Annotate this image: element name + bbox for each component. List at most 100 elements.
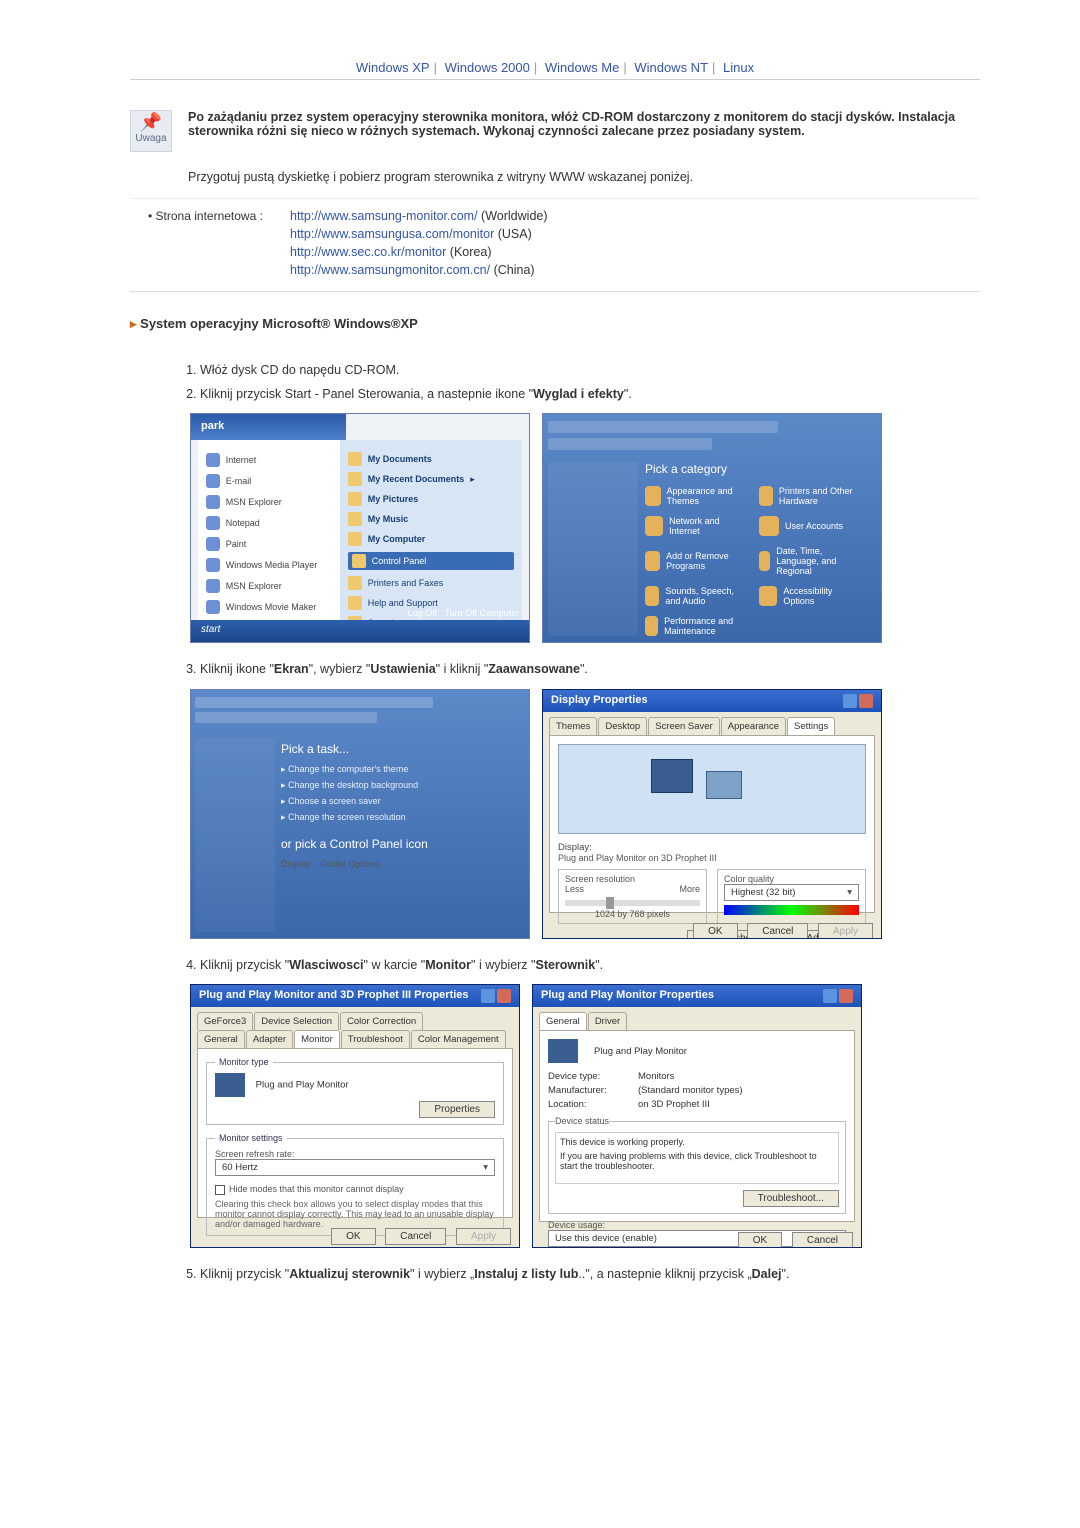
category-item[interactable]: Date, Time, Language, and Regional	[759, 546, 859, 576]
category-icon	[645, 616, 658, 636]
tab-general[interactable]: General	[197, 1030, 245, 1048]
resolution-slider[interactable]	[565, 900, 700, 906]
apply-button[interactable]: Apply	[818, 923, 873, 939]
tab-driver[interactable]: Driver	[588, 1012, 627, 1030]
sidebar	[195, 738, 275, 932]
list-item[interactable]: E-mail	[206, 474, 332, 488]
tab-color-management[interactable]: Color Management	[411, 1030, 506, 1048]
download-links-list: http://www.samsung-monitor.com/ (Worldwi…	[290, 209, 980, 281]
tab-general[interactable]: General	[539, 1012, 587, 1030]
screenshot-appearance-tasks: Pick a task... ▸ Change the computer's t…	[190, 689, 530, 939]
steps-list: Kliknij przycisk "Wlasciwosci" w karcie …	[130, 957, 980, 975]
list-item[interactable]: Internet	[206, 453, 332, 467]
tab-troubleshoot[interactable]: Troubleshoot	[341, 1030, 410, 1048]
tab-geforce3[interactable]: GeForce3	[197, 1012, 253, 1030]
link-linux[interactable]: Linux	[723, 60, 754, 75]
screenshot-row-1: park Internet E-mail MSN Explorer Notepa…	[190, 413, 980, 643]
list-item[interactable]: Printers and Faxes	[348, 576, 515, 590]
task-link[interactable]: ▸ Change the desktop background	[281, 780, 523, 791]
category-item[interactable]: Appearance and Themes	[645, 486, 745, 506]
category-item[interactable]: Performance and Maintenance	[645, 616, 745, 636]
ok-button[interactable]: OK	[738, 1232, 782, 1248]
link-windows-me[interactable]: Windows Me	[545, 60, 619, 75]
link-windows-nt[interactable]: Windows NT	[634, 60, 708, 75]
category-item[interactable]: User Accounts	[759, 516, 859, 536]
cancel-button[interactable]: Cancel	[385, 1228, 446, 1245]
list-item[interactable]: Windows Movie Maker	[206, 600, 332, 614]
help-icon[interactable]	[843, 694, 857, 708]
close-icon[interactable]	[497, 989, 511, 1003]
help-icon[interactable]	[481, 989, 495, 1003]
properties-button[interactable]: Properties	[419, 1101, 495, 1118]
list-item[interactable]: Control Panel	[348, 552, 515, 570]
start-button[interactable]: start	[201, 624, 220, 635]
apply-button[interactable]: Apply	[456, 1228, 511, 1245]
close-icon[interactable]	[839, 989, 853, 1003]
list-item[interactable]: Notepad	[206, 516, 332, 530]
tab-bar: General Adapter Monitor Troubleshoot Col…	[191, 1030, 519, 1048]
list-item[interactable]: Windows Media Player	[206, 558, 332, 572]
cp-icon-folder-options[interactable]: Folder Options	[321, 859, 380, 869]
start-menu-right-col: My Documents My Recent Documents ▸ My Pi…	[340, 440, 523, 620]
ok-button[interactable]: OK	[693, 923, 737, 939]
category-item[interactable]: Add or Remove Programs	[645, 546, 745, 576]
separator: |	[534, 60, 537, 75]
sidebar	[548, 462, 638, 636]
tab-themes[interactable]: Themes	[549, 717, 597, 735]
start-menu-header: park	[191, 414, 346, 440]
close-icon[interactable]	[859, 694, 873, 708]
category-item[interactable]: Printers and Other Hardware	[759, 486, 859, 506]
app-icon	[206, 600, 220, 614]
divider	[130, 79, 980, 80]
refresh-rate-select[interactable]: 60 Hertz▾	[215, 1159, 495, 1176]
category-item[interactable]: Network and Internet	[645, 516, 745, 536]
step-5: Kliknij przycisk "Aktualizuj sterownik" …	[200, 1266, 980, 1284]
color-quality-select[interactable]: Highest (32 bit)▾	[724, 884, 859, 901]
tab-color-correction[interactable]: Color Correction	[340, 1012, 423, 1030]
tab-appearance[interactable]: Appearance	[721, 717, 786, 735]
tab-screensaver[interactable]: Screen Saver	[648, 717, 720, 735]
tab-desktop[interactable]: Desktop	[598, 717, 647, 735]
help-icon	[348, 596, 362, 610]
link-worldwide[interactable]: http://www.samsung-monitor.com/	[290, 209, 478, 223]
section-heading: ▸ System operacyjny Microsoft® Windows®X…	[130, 316, 980, 332]
link-korea[interactable]: http://www.sec.co.kr/monitor	[290, 245, 446, 259]
list-item[interactable]: My Documents	[348, 452, 515, 466]
category-item[interactable]: Accessibility Options	[759, 586, 859, 606]
list-item[interactable]: My Pictures	[348, 492, 515, 506]
category-icon	[759, 516, 779, 536]
cancel-button[interactable]: Cancel	[792, 1232, 853, 1248]
help-icon[interactable]	[823, 989, 837, 1003]
top-os-links: Windows XP| Windows 2000| Windows Me| Wi…	[130, 60, 980, 80]
turnoff-button[interactable]: Turn Off Computer	[444, 608, 519, 618]
list-item[interactable]: MSN Explorer	[206, 495, 332, 509]
task-link[interactable]: ▸ Change the screen resolution	[281, 812, 523, 823]
list-item[interactable]: Paint	[206, 537, 332, 551]
link-usa[interactable]: http://www.samsungusa.com/monitor	[290, 227, 494, 241]
list-item[interactable]: My Recent Documents ▸	[348, 472, 515, 486]
logoff-button[interactable]: Log Off	[408, 608, 437, 618]
cancel-button[interactable]: Cancel	[747, 923, 808, 939]
cp-icon-display[interactable]: Display	[281, 859, 311, 869]
tab-device-selection[interactable]: Device Selection	[254, 1012, 339, 1030]
list-item[interactable]: My Computer	[348, 532, 515, 546]
list-item[interactable]: MSN Explorer	[206, 579, 332, 593]
notice-bold: Po zażądaniu przez system operacyjny ste…	[188, 110, 955, 138]
task-link[interactable]: ▸ Choose a screen saver	[281, 796, 523, 807]
pick-task-title: Pick a task...	[281, 742, 523, 756]
ok-button[interactable]: OK	[331, 1228, 375, 1245]
link-china[interactable]: http://www.samsungmonitor.com.cn/	[290, 263, 490, 277]
link-windows-xp[interactable]: Windows XP	[356, 60, 430, 75]
link-windows-2000[interactable]: Windows 2000	[445, 60, 530, 75]
arrow-icon: ▸	[130, 316, 137, 331]
hide-modes-checkbox[interactable]	[215, 1185, 225, 1195]
tab-monitor[interactable]: Monitor	[294, 1030, 340, 1048]
task-link[interactable]: ▸ Change the computer's theme	[281, 764, 523, 775]
tab-settings[interactable]: Settings	[787, 717, 835, 735]
color-quality-group: Color quality Highest (32 bit)▾	[717, 869, 866, 924]
list-item[interactable]: My Music	[348, 512, 515, 526]
troubleshoot-button[interactable]: Troubleshoot...	[743, 1190, 839, 1207]
category-item[interactable]: Sounds, Speech, and Audio	[645, 586, 745, 606]
computer-icon	[348, 532, 362, 546]
tab-adapter[interactable]: Adapter	[246, 1030, 293, 1048]
